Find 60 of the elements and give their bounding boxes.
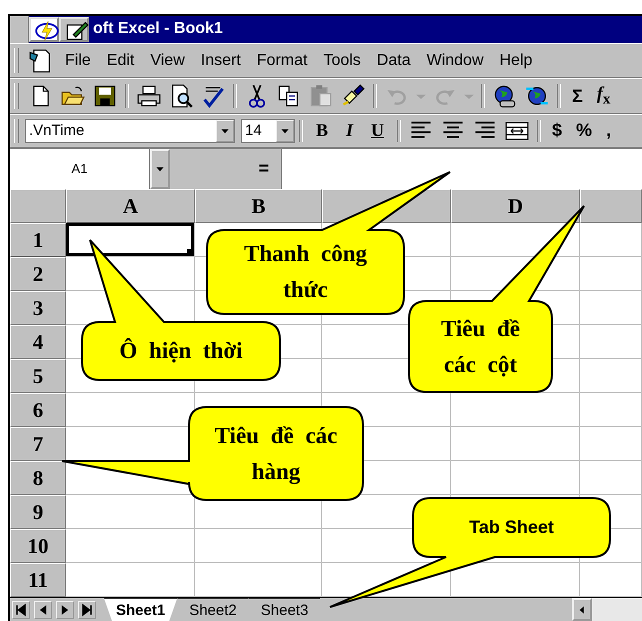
callout-text: Thanh công thức: [243, 240, 368, 304]
horizontal-scrollbar[interactable]: [592, 598, 642, 621]
formula-input[interactable]: [281, 148, 642, 190]
row-header[interactable]: 3: [10, 291, 66, 326]
menu-item[interactable]: Insert: [192, 50, 249, 72]
column-header[interactable]: B: [195, 189, 322, 224]
row-header[interactable]: 2: [10, 257, 66, 292]
selected-cell[interactable]: [66, 223, 194, 256]
window-title: oft Excel - Book1: [93, 20, 223, 38]
italic-button[interactable]: I: [337, 120, 362, 142]
page-magnifier-icon[interactable]: [169, 84, 193, 108]
function-button[interactable]: f$_{x}$: [590, 83, 618, 109]
menu-item[interactable]: File: [57, 50, 99, 72]
sheet-tab[interactable]: Sheet1: [104, 598, 178, 621]
column-header[interactable]: A: [66, 189, 195, 224]
document-icon[interactable]: [29, 48, 53, 73]
row-header[interactable]: 11: [10, 563, 66, 598]
underline-button[interactable]: U: [362, 120, 394, 142]
row-header[interactable]: 6: [10, 393, 66, 428]
scroll-left-button[interactable]: [572, 598, 592, 621]
callout-text: Tab Sheet: [469, 517, 554, 538]
row-header[interactable]: 1: [10, 223, 66, 258]
row-header[interactable]: 10: [10, 529, 66, 564]
edit-formula-button[interactable]: =: [258, 158, 281, 180]
column-header[interactable]: D: [451, 189, 580, 224]
autosum-button[interactable]: Σ: [565, 86, 590, 107]
name-box[interactable]: A1: [10, 148, 150, 190]
first-sheet-icon[interactable]: [12, 600, 30, 619]
copy-icon[interactable]: [277, 84, 301, 108]
row-header[interactable]: 5: [10, 359, 66, 394]
last-sheet-icon[interactable]: [78, 600, 96, 619]
bolt-icon[interactable]: [35, 18, 59, 43]
callout-text: Tiêu đề các cột: [440, 314, 522, 378]
menu-item[interactable]: Data: [368, 50, 419, 72]
next-sheet-icon[interactable]: [56, 600, 74, 619]
row-header[interactable]: 4: [10, 325, 66, 360]
menu-item[interactable]: Window: [418, 50, 492, 72]
font-dropdown[interactable]: .VnTime: [25, 118, 235, 143]
currency-button[interactable]: $: [545, 120, 570, 142]
font-size-dropdown[interactable]: 14: [241, 118, 295, 143]
menu-item[interactable]: Format: [248, 50, 316, 72]
clipboard-icon[interactable]: [309, 84, 333, 108]
menu-item[interactable]: Help: [492, 50, 540, 72]
bold-button[interactable]: B: [307, 120, 338, 142]
callout-text: Tiêu đề các hàng: [214, 422, 338, 486]
menu-item[interactable]: Edit: [98, 50, 142, 72]
globe-icon[interactable]: [493, 84, 517, 108]
percent-button[interactable]: %: [569, 120, 600, 142]
previous-sheet-icon[interactable]: [34, 600, 52, 619]
row-header[interactable]: 7: [10, 427, 66, 462]
row-header[interactable]: 8: [10, 461, 66, 496]
row-header[interactable]: 9: [10, 495, 66, 530]
printer-icon[interactable]: [137, 84, 161, 108]
menu-item[interactable]: Tools: [315, 50, 369, 72]
checkmark-icon[interactable]: [201, 84, 225, 108]
callout-text: Ô hiện thời: [119, 337, 243, 366]
paintbrush-icon[interactable]: [341, 84, 365, 108]
menu-item[interactable]: View: [142, 50, 193, 72]
select-all-button[interactable]: [10, 189, 66, 224]
comma-button[interactable]: ,: [599, 120, 618, 142]
